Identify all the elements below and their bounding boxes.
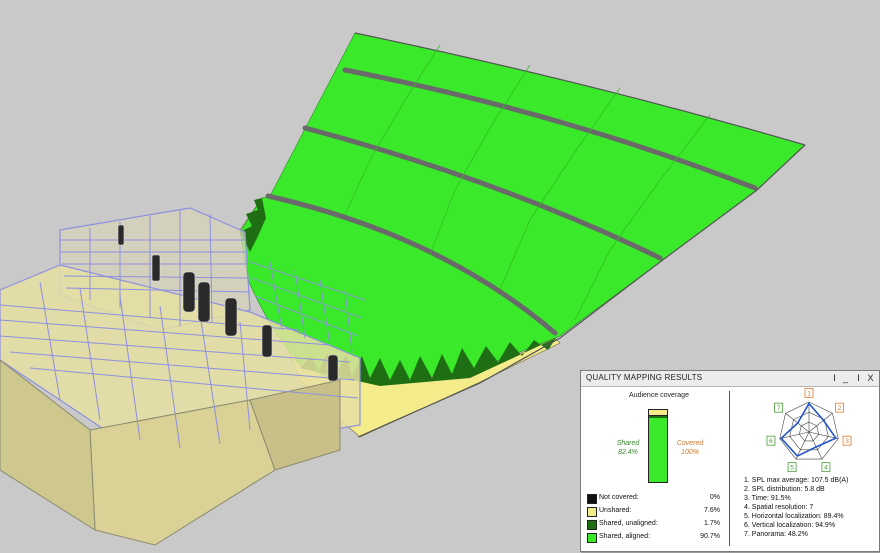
radar-axis-label: 5 — [790, 464, 794, 471]
radar-axis-label: 1 — [807, 390, 811, 397]
legend-row-shared-unaligned: Shared, unaligned: 1.7% — [587, 519, 722, 530]
radar-axis-label: 3 — [845, 438, 849, 445]
stat-spl-distribution: 2. SPL distribution: 5.8 dB — [744, 486, 825, 493]
quality-radar-chart: 1 2 3 4 5 6 7 — [766, 388, 852, 473]
stat-spatial-resolution: 4. Spatial resolution: 7 — [744, 504, 814, 511]
covered-label-block: Covered 100% — [671, 439, 709, 457]
panel-titlebar[interactable]: QUALITY MAPPING RESULTS I _ I X — [581, 371, 879, 387]
legend-row-not-covered: Not covered: 0% — [587, 493, 722, 504]
legend-value: 1.7% — [704, 520, 720, 527]
stat-time: 3. Time: 91.5% — [744, 495, 791, 502]
legend-swatch — [587, 507, 597, 517]
radar-axis-label: 7 — [777, 405, 781, 412]
radar-axis-label: 2 — [838, 405, 842, 412]
legend-label: Shared, unaligned: — [599, 520, 658, 527]
stat-spl-max-average: 1. SPL max average: 107.5 dB(A) — [744, 477, 849, 484]
radar-axis-label: 4 — [824, 464, 828, 471]
legend-swatch — [587, 494, 597, 504]
stat-panorama: 7. Panorama: 48.2% — [744, 531, 808, 538]
legend-swatch — [587, 533, 597, 543]
panel-title: QUALITY MAPPING RESULTS — [586, 373, 703, 382]
shared-label: Shared — [616, 440, 640, 447]
close-button[interactable]: X — [865, 372, 876, 384]
panel-divider — [729, 391, 730, 546]
legend-value: 0% — [709, 494, 720, 501]
restore-button[interactable]: I — [853, 372, 864, 384]
legend-swatch — [587, 520, 597, 530]
minimize-button[interactable]: _ — [840, 372, 851, 384]
audience-covered-zone — [239, 32, 806, 383]
quality-mapping-results-panel[interactable]: QUALITY MAPPING RESULTS I _ I X Audience… — [580, 370, 880, 552]
legend-label: Not covered: — [599, 494, 639, 501]
legend-row-unshared: Unshared: 7.6% — [587, 506, 722, 517]
shared-value: 82.4% — [618, 449, 638, 456]
legend-row-shared-aligned: Shared, aligned: 90.7% — [587, 532, 722, 543]
coverage-bar-shared-unaligned — [649, 416, 667, 418]
radar-axis-label: 6 — [769, 438, 773, 445]
legend-value: 90.7% — [700, 533, 720, 540]
audience-coverage-title: Audience coverage — [629, 392, 689, 399]
stat-horizontal-localization: 5. Horizontal localization: 89.4% — [744, 513, 844, 520]
legend-label: Unshared: — [599, 507, 632, 514]
coverage-bar — [648, 409, 668, 483]
pin-button[interactable]: I — [829, 372, 840, 384]
stat-vertical-localization: 6. Vertical localization: 94.9% — [744, 522, 836, 529]
shared-label-block: Shared 82.4% — [611, 439, 645, 457]
legend-label: Shared, aligned: — [599, 533, 650, 540]
covered-value: 100% — [681, 449, 699, 456]
covered-label: Covered — [676, 440, 704, 447]
legend-value: 7.6% — [704, 507, 720, 514]
